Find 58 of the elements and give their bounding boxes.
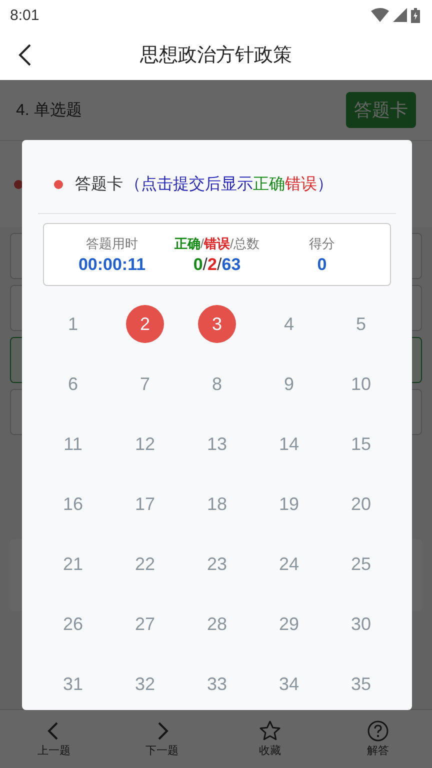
question-number[interactable]: 23 (198, 545, 236, 583)
wifi-icon (371, 8, 389, 22)
nav-label[interactable]: 下一题 (146, 743, 178, 758)
stat-value: 0 (317, 254, 327, 274)
question-number[interactable]: 11 (54, 425, 92, 463)
star-icon[interactable] (259, 720, 281, 742)
question-number[interactable]: 1 (54, 305, 92, 343)
question-number[interactable]: 33 (198, 665, 236, 703)
question-number[interactable]: 20 (342, 485, 380, 523)
question-number[interactable]: 3 (198, 305, 236, 343)
question-number[interactable]: 30 (342, 605, 380, 643)
stat-value: 00:00:11 (78, 254, 146, 274)
answer-card-button[interactable]: 答题卡 (346, 92, 416, 128)
back-icon[interactable] (18, 44, 32, 66)
stat-label: 正确/错误/总数 (174, 234, 260, 252)
question-number[interactable]: 17 (126, 485, 164, 523)
nav-label[interactable]: 解答 (367, 743, 389, 758)
question-number[interactable]: 10 (342, 365, 380, 403)
question-number[interactable]: 28 (198, 605, 236, 643)
title-dot (54, 180, 63, 189)
question-number[interactable]: 2 (126, 305, 164, 343)
question-number[interactable]: 13 (198, 425, 236, 463)
question-number[interactable]: 35 (342, 665, 380, 703)
signal-icon (393, 8, 407, 22)
question-number[interactable]: 15 (342, 425, 380, 463)
question-number[interactable]: 7 (126, 365, 164, 403)
dialog-hint: （点击提交后显示正确错误） (125, 174, 333, 195)
question-number[interactable]: 8 (198, 365, 236, 403)
dialog-title: 答题卡 (75, 174, 123, 195)
help-icon[interactable] (367, 720, 389, 742)
question-number[interactable]: 19 (270, 485, 308, 523)
question-number[interactable]: 4 (270, 305, 308, 343)
question-number[interactable]: 24 (270, 545, 308, 583)
battery-icon (411, 8, 420, 22)
question-number[interactable]: 9 (270, 365, 308, 403)
question-number[interactable]: 29 (270, 605, 308, 643)
question-number[interactable]: 25 (342, 545, 380, 583)
page-title: 思想政治方针政策 (140, 44, 292, 68)
status-time: 8:01 (10, 6, 40, 24)
question-number[interactable]: 32 (126, 665, 164, 703)
question-number[interactable]: 6 (54, 365, 92, 403)
nav-label[interactable]: 收藏 (259, 743, 281, 758)
stat-label: 得分 (309, 234, 335, 252)
question-number[interactable]: 31 (54, 665, 92, 703)
stat-label: 答题用时 (86, 234, 138, 252)
question-number[interactable]: 5 (342, 305, 380, 343)
question-number[interactable]: 34 (270, 665, 308, 703)
question-number[interactable]: 26 (54, 605, 92, 643)
stat-value: 0/2/63 (193, 254, 241, 274)
question-number[interactable]: 18 (198, 485, 236, 523)
question-number[interactable]: 22 (126, 545, 164, 583)
question-number[interactable]: 12 (126, 425, 164, 463)
question-type: 4. 单选题 (16, 100, 82, 120)
nav-label[interactable]: 上一题 (38, 743, 70, 758)
question-number[interactable]: 16 (54, 485, 92, 523)
question-number[interactable]: 21 (54, 545, 92, 583)
question-number[interactable]: 14 (270, 425, 308, 463)
question-number[interactable]: 27 (126, 605, 164, 643)
